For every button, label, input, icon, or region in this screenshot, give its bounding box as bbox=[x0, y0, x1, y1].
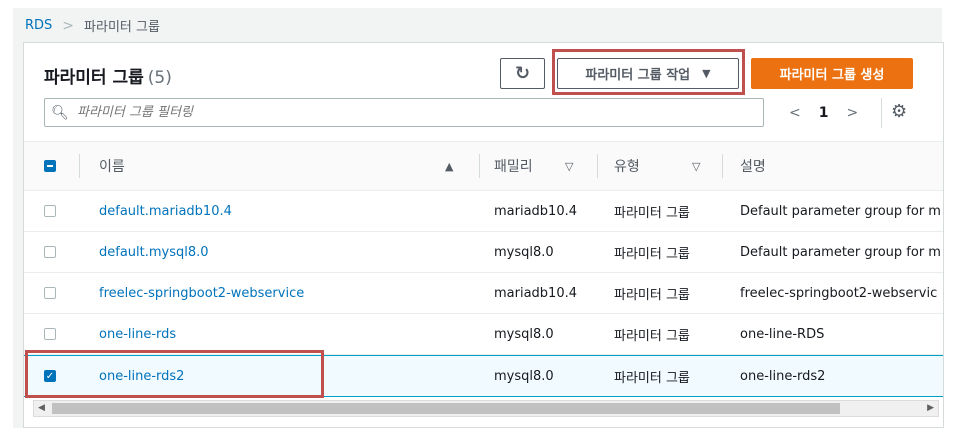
row-description: Default parameter group for m bbox=[740, 203, 941, 219]
row-type: 파라미터 그룹 bbox=[614, 205, 690, 221]
column-divider bbox=[722, 154, 723, 178]
column-divider bbox=[597, 154, 598, 178]
column-header-type[interactable]: 유형 bbox=[614, 142, 724, 190]
next-page-button[interactable]: > bbox=[846, 105, 858, 121]
column-divider bbox=[479, 154, 480, 178]
page-title-text: 파라미터 그룹 bbox=[44, 68, 144, 88]
scroll-left-icon[interactable]: ◀ bbox=[38, 401, 45, 416]
select-all-cell[interactable] bbox=[44, 142, 64, 190]
pagination: < 1 > bbox=[789, 100, 858, 126]
refresh-button[interactable]: ↻ bbox=[500, 58, 545, 89]
row-family: mysql8.0 bbox=[494, 244, 554, 260]
row-checkbox[interactable] bbox=[44, 246, 56, 258]
table-row[interactable]: freelec-springboot2-webservice mariadb10… bbox=[24, 273, 943, 314]
table-row[interactable]: default.mysql8.0 mysql8.0 파라미터 그룹 Defaul… bbox=[24, 232, 943, 273]
current-page[interactable]: 1 bbox=[819, 105, 829, 121]
filter-search-box[interactable]: 🔍︎ bbox=[44, 98, 764, 127]
column-header-family[interactable]: 패밀리 bbox=[494, 142, 604, 190]
table-row[interactable]: default.mariadb10.4 mariadb10.4 파라미터 그룹 … bbox=[24, 191, 943, 232]
row-checkbox-cell bbox=[44, 232, 64, 272]
column-divider bbox=[79, 154, 80, 178]
horizontal-scrollbar[interactable]: ◀ ▶ bbox=[33, 400, 939, 417]
row-description: freelec-springboot2-webservic bbox=[740, 285, 938, 301]
row-name-link[interactable]: default.mysql8.0 bbox=[99, 232, 469, 272]
row-checkbox-cell bbox=[44, 273, 64, 313]
scroll-right-icon[interactable]: ▶ bbox=[927, 401, 934, 416]
row-type: 파라미터 그룹 bbox=[614, 246, 690, 262]
row-checkbox[interactable] bbox=[44, 205, 56, 217]
selected-row-highlight-box bbox=[25, 350, 324, 398]
filter-input[interactable] bbox=[75, 104, 739, 121]
row-type: 파라미터 그룹 bbox=[614, 370, 690, 386]
sort-asc-icon[interactable]: ▲ bbox=[445, 160, 453, 173]
settings-gear-icon[interactable]: ⚙ bbox=[891, 101, 907, 122]
prev-page-button[interactable]: < bbox=[789, 105, 801, 121]
refresh-icon: ↻ bbox=[514, 63, 531, 84]
row-name-link[interactable]: one-line-rds bbox=[99, 314, 469, 354]
row-family: mariadb10.4 bbox=[494, 203, 578, 219]
row-name-link[interactable]: freelec-springboot2-webservice bbox=[99, 273, 469, 313]
page-title: 파라미터 그룹 (5) bbox=[44, 63, 172, 88]
search-icon: 🔍︎ bbox=[51, 104, 69, 121]
column-header-description[interactable]: 설명 bbox=[740, 142, 943, 190]
scrollbar-thumb[interactable] bbox=[52, 403, 840, 414]
item-count: (5) bbox=[147, 68, 172, 88]
row-checkbox-cell bbox=[44, 314, 64, 354]
breadcrumb-separator-icon: > bbox=[62, 17, 75, 34]
row-type: 파라미터 그룹 bbox=[614, 287, 690, 303]
select-all-checkbox[interactable] bbox=[44, 160, 56, 172]
row-family: mysql8.0 bbox=[494, 326, 554, 342]
rds-console-page: RDS > 파라미터 그룹 파라미터 그룹 (5) ↻ 파라미터 그룹 작업 ▼ … bbox=[13, 8, 944, 428]
row-description: one-line-RDS bbox=[740, 326, 825, 342]
actions-highlight-box bbox=[552, 49, 745, 95]
create-parameter-group-button[interactable]: 파라미터 그룹 생성 bbox=[751, 58, 913, 89]
row-checkbox-cell bbox=[44, 191, 64, 231]
row-type: 파라미터 그룹 bbox=[614, 328, 690, 344]
table-header: 이름 ▲ 패밀리 ▽ 유형 ▽ 설명 bbox=[24, 141, 943, 191]
row-description: Default parameter group for m bbox=[740, 244, 941, 260]
row-checkbox[interactable] bbox=[44, 287, 56, 299]
breadcrumb-current: 파라미터 그룹 bbox=[84, 20, 160, 35]
sort-none-icon[interactable]: ▽ bbox=[565, 160, 573, 173]
row-checkbox[interactable] bbox=[44, 328, 56, 340]
row-family: mariadb10.4 bbox=[494, 285, 578, 301]
row-name-link[interactable]: default.mariadb10.4 bbox=[99, 191, 469, 231]
breadcrumb: RDS > 파라미터 그룹 bbox=[25, 16, 160, 36]
table-row[interactable]: one-line-rds mysql8.0 파라미터 그룹 one-line-R… bbox=[24, 314, 943, 355]
row-family: mysql8.0 bbox=[494, 368, 554, 384]
pager-divider bbox=[881, 98, 882, 128]
column-header-name[interactable]: 이름 bbox=[99, 142, 469, 190]
sort-none-icon[interactable]: ▽ bbox=[692, 160, 700, 173]
breadcrumb-rds-link[interactable]: RDS bbox=[25, 18, 52, 33]
row-description: one-line-rds2 bbox=[740, 368, 826, 384]
